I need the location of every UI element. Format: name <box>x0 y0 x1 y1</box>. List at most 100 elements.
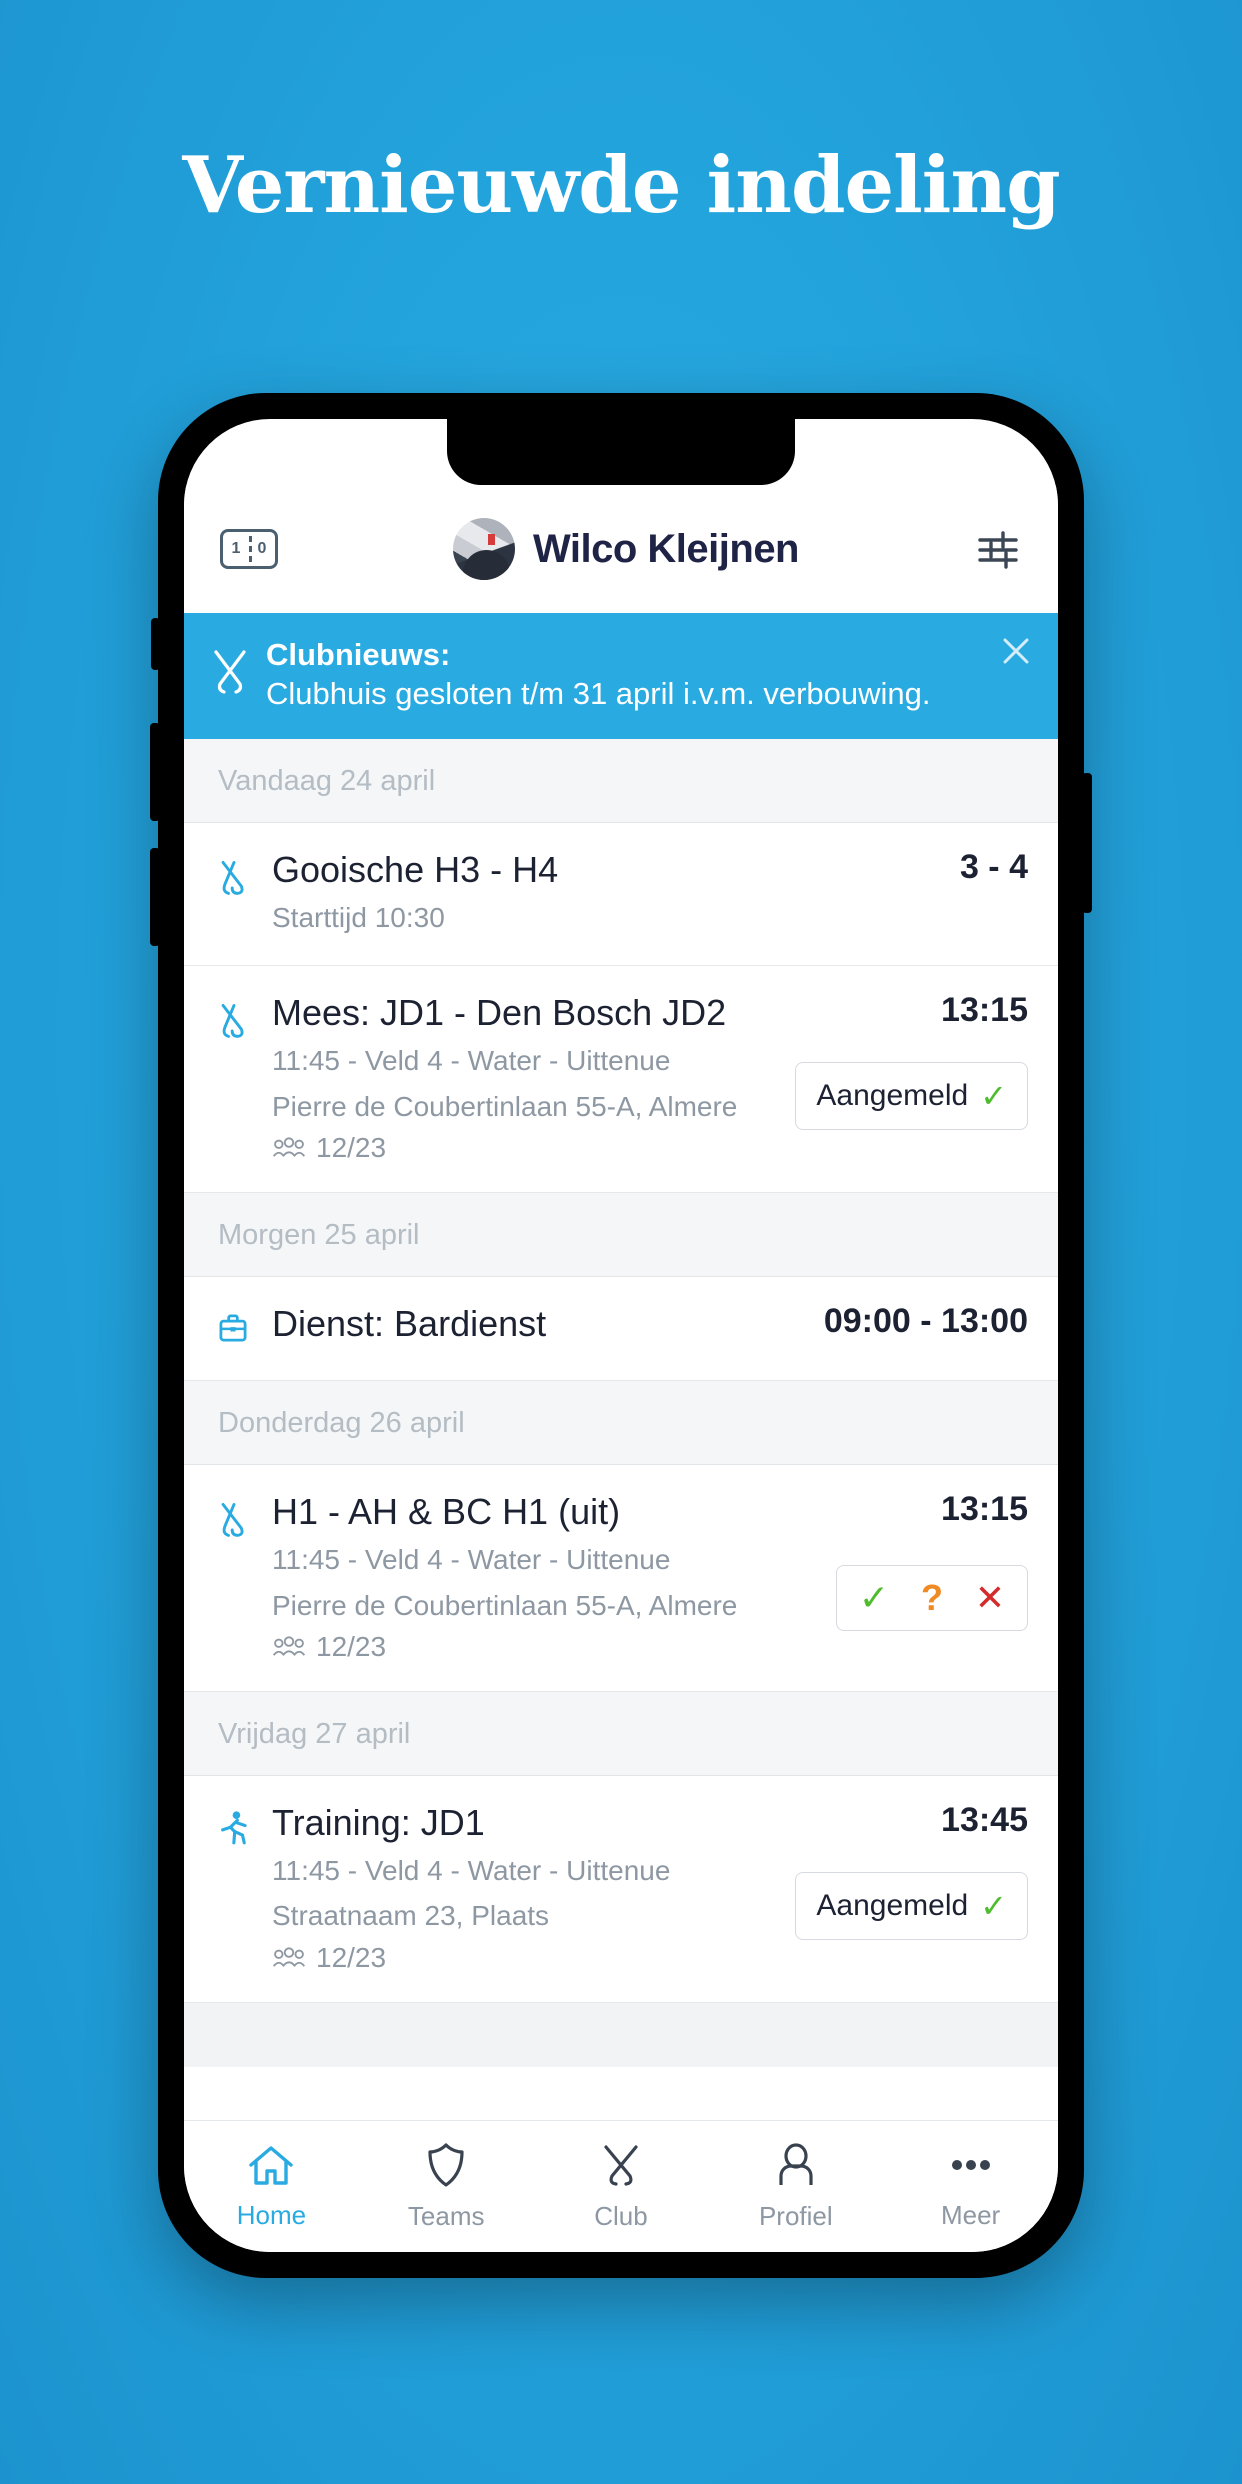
event-details: Mees: JD1 - Den Bosch JD2 11:45 - Veld 4 … <box>266 992 781 1164</box>
hockey-sticks-icon <box>214 1491 266 1663</box>
nav-item-teams[interactable]: Teams <box>359 2142 534 2232</box>
attend-no-icon[interactable]: ✕ <box>963 1579 1017 1616</box>
app-header: 1 0 Wilco Kleijnen <box>184 485 1058 613</box>
event-title: Training: JD1 <box>272 1802 485 1844</box>
event-subtitle-2: Pierre de Coubertinlaan 55-A, Almere <box>272 1090 738 1122</box>
event-time: 3 - 4 <box>959 848 1028 887</box>
registered-button[interactable]: Aangemeld ✓ <box>795 1061 1028 1130</box>
event-subtitle-1: 11:45 - Veld 4 - Water - Uittenue <box>272 1044 671 1076</box>
shield-icon <box>424 2142 468 2193</box>
sliders-icon[interactable] <box>974 529 1022 569</box>
briefcase-icon <box>214 1303 266 1352</box>
event-details: Training: JD1 11:45 - Veld 4 - Water - Ui… <box>266 1802 781 1974</box>
event-title: Gooische H3 - H4 <box>272 849 559 891</box>
banner-title: Clubnieuws: <box>266 637 451 672</box>
people-icon <box>272 1636 306 1656</box>
agenda-list: Vandaag 24 april Gooische H3 - H4 Starttij… <box>184 739 1058 2004</box>
phone-volume-up-button <box>150 723 160 821</box>
phone-volume-down-button <box>150 848 160 946</box>
runner-icon <box>214 1802 266 1974</box>
event-details: Gooische H3 - H4 Starttijd 10:30 <box>266 849 946 937</box>
nav-item-club[interactable]: Club <box>534 2142 709 2232</box>
event-row[interactable]: Training: JD1 11:45 - Veld 4 - Water - Ui… <box>184 1776 1058 2004</box>
phone-notch <box>447 419 795 485</box>
event-row[interactable]: Dienst: Bardienst 09:00 - 13:00 <box>184 1277 1058 1382</box>
attendance-toggle-group[interactable]: ✓? ✕ <box>836 1564 1028 1631</box>
event-actions: 09:00 - 13:00 <box>810 1302 1028 1352</box>
event-subtitle-1: Starttijd 10:30 <box>272 901 445 933</box>
person-icon <box>774 2142 818 2193</box>
attend-maybe-icon[interactable]: ? <box>905 1579 959 1616</box>
event-details: H1 - AH & BC H1 (uit) 11:45 - Veld 4 - Wa… <box>266 1491 822 1663</box>
nav-item-profiel[interactable]: Profiel <box>708 2142 883 2232</box>
scoreboard-left-value: 1 <box>231 540 241 557</box>
event-actions: 13:15 Aangemeld ✓ <box>781 991 1028 1164</box>
event-subtitle-1: 11:45 - Veld 4 - Water - Uittenue <box>272 1543 671 1575</box>
close-icon[interactable] <box>1000 635 1032 667</box>
nav-item-home[interactable]: Home <box>184 2143 359 2231</box>
event-attendance: 12/23 <box>272 1942 781 1974</box>
attendance-count: 12/23 <box>316 1942 387 1974</box>
crossed-hockey-sticks-icon <box>208 648 260 701</box>
club-news-banner[interactable]: Clubnieuws: Clubhuis gesloten t/m 31 apr… <box>184 613 1058 740</box>
check-icon: ✓ <box>980 1077 1007 1114</box>
registered-label: Aangemeld <box>816 1078 969 1112</box>
avatar[interactable] <box>452 518 515 580</box>
event-time: 13:45 <box>941 1801 1028 1840</box>
nav-label: Meer <box>940 2199 1001 2230</box>
bottom-navigation: Home Teams Club Profiel Meer <box>184 2120 1058 2252</box>
phone-screen: 1 0 Wilco Kleijnen Clubnieuws: Clubhuis … <box>184 419 1058 2252</box>
hockey-sticks-icon <box>214 992 266 1164</box>
attendance-count: 12/23 <box>316 1132 387 1164</box>
banner-body: Clubhuis gesloten t/m 31 april i.v.m. ve… <box>266 676 931 712</box>
event-attendance: 12/23 <box>272 1132 781 1164</box>
check-icon: ✓ <box>980 1887 1007 1924</box>
attendance-count: 12/23 <box>316 1631 387 1663</box>
event-subtitle-1: 11:45 - Veld 4 - Water - Uittenue <box>272 1854 671 1886</box>
registered-label: Aangemeld <box>816 1888 969 1922</box>
hockey-sticks-icon <box>214 849 266 937</box>
crossed-hockey-sticks-icon <box>598 2142 644 2193</box>
event-time: 13:15 <box>941 991 1028 1030</box>
page-title: Vernieuwde indeling <box>182 140 1060 231</box>
ellipsis-icon <box>947 2143 995 2192</box>
event-subtitle-2: Straatnaam 23, Plaats <box>272 1900 550 1932</box>
registered-button[interactable]: Aangemeld ✓ <box>795 1871 1028 1940</box>
nav-label: Home <box>236 2199 307 2230</box>
event-row[interactable]: Mees: JD1 - Den Bosch JD2 11:45 - Veld 4 … <box>184 966 1058 1194</box>
event-details: Dienst: Bardienst <box>266 1303 810 1352</box>
nav-label: Teams <box>407 2200 485 2231</box>
scoreboard-right-value: 0 <box>257 540 267 557</box>
day-header: Vrijdag 27 april <box>184 1692 1058 1777</box>
event-row[interactable]: Gooische H3 - H4 Starttijd 10:30 3 - 4 <box>184 823 1058 967</box>
event-title: H1 - AH & BC H1 (uit) <box>272 1491 621 1533</box>
event-actions: 13:45 Aangemeld ✓ <box>781 1801 1028 1974</box>
day-header: Morgen 25 april <box>184 1193 1058 1278</box>
phone-frame: 1 0 Wilco Kleijnen Clubnieuws: Clubhuis … <box>150 393 1092 2278</box>
nav-item-meer[interactable]: Meer <box>883 2143 1058 2231</box>
event-title: Mees: JD1 - Den Bosch JD2 <box>272 992 727 1034</box>
day-header: Vandaag 24 april <box>184 739 1058 824</box>
nav-label: Club <box>594 2200 648 2231</box>
people-icon <box>272 1947 306 1967</box>
event-time: 13:15 <box>941 1490 1028 1529</box>
event-actions: 3 - 4 <box>946 848 1028 937</box>
sliders-icon-svg <box>978 531 1018 569</box>
phone-mute-button <box>151 618 160 670</box>
event-row[interactable]: H1 - AH & BC H1 (uit) 11:45 - Veld 4 - Wa… <box>184 1465 1058 1693</box>
event-subtitle-2: Pierre de Coubertinlaan 55-A, Almere <box>272 1589 738 1621</box>
header-user[interactable]: Wilco Kleijnen <box>278 518 974 580</box>
phone-power-button <box>1082 773 1092 913</box>
list-bottom-filler <box>184 2003 1058 2068</box>
attend-yes-icon[interactable]: ✓ <box>847 1579 901 1616</box>
user-name: Wilco Kleijnen <box>532 526 800 571</box>
home-icon <box>247 2143 295 2192</box>
people-icon <box>272 1137 306 1157</box>
event-time: 09:00 - 13:00 <box>823 1302 1028 1341</box>
event-title: Dienst: Bardienst <box>272 1303 547 1345</box>
event-attendance: 12/23 <box>272 1631 822 1663</box>
scoreboard-icon[interactable]: 1 0 <box>220 529 278 569</box>
day-header: Donderdag 26 april <box>184 1381 1058 1466</box>
nav-label: Profiel <box>758 2200 833 2231</box>
event-actions: 13:15 ✓? ✕ <box>822 1490 1028 1663</box>
